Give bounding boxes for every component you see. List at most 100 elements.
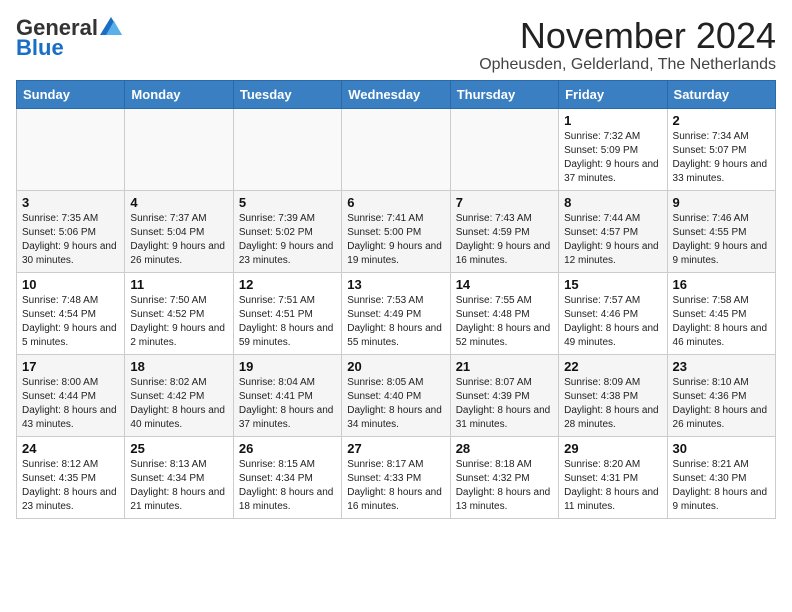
- day-number: 1: [564, 113, 661, 128]
- logo-blue-text: Blue: [16, 36, 64, 60]
- day-number: 10: [22, 277, 119, 292]
- day-info: Sunrise: 8:05 AMSunset: 4:40 PMDaylight:…: [347, 376, 444, 432]
- day-number: 17: [22, 359, 119, 374]
- day-info: Sunrise: 8:12 AMSunset: 4:35 PMDaylight:…: [22, 458, 119, 514]
- calendar-cell: 15 Sunrise: 7:57 AMSunset: 4:46 PMDayligh…: [559, 272, 667, 354]
- calendar-cell: [233, 108, 341, 190]
- day-info: Sunrise: 7:43 AMSunset: 4:59 PMDaylight:…: [456, 212, 553, 268]
- day-info: Sunrise: 7:51 AMSunset: 4:51 PMDaylight:…: [239, 294, 336, 350]
- calendar-cell: 18 Sunrise: 8:02 AMSunset: 4:42 PMDayligh…: [125, 354, 233, 436]
- calendar-cell: 25 Sunrise: 8:13 AMSunset: 4:34 PMDayligh…: [125, 436, 233, 518]
- day-info: Sunrise: 7:48 AMSunset: 4:54 PMDaylight:…: [22, 294, 119, 350]
- calendar-cell: 14Sunrise: 7:55 AMSunset: 4:48 PMDayligh…: [450, 272, 558, 354]
- day-number: 18: [130, 359, 227, 374]
- logo: General Blue: [16, 16, 122, 60]
- day-number: 20: [347, 359, 444, 374]
- day-number: 23: [673, 359, 770, 374]
- month-title: November 2024: [479, 16, 776, 56]
- day-info: Sunrise: 7:46 AMSunset: 4:55 PMDaylight:…: [673, 212, 770, 268]
- calendar-cell: 17Sunrise: 8:00 AMSunset: 4:44 PMDayligh…: [17, 354, 125, 436]
- logo-icon: [100, 17, 122, 35]
- calendar-cell: 3 Sunrise: 7:35 AMSunset: 5:06 PMDaylight…: [17, 190, 125, 272]
- day-number: 15: [564, 277, 661, 292]
- day-number: 19: [239, 359, 336, 374]
- calendar-cell: 20 Sunrise: 8:05 AMSunset: 4:40 PMDayligh…: [342, 354, 450, 436]
- day-number: 3: [22, 195, 119, 210]
- day-info: Sunrise: 8:13 AMSunset: 4:34 PMDaylight:…: [130, 458, 227, 514]
- weekday-header-sunday: Sunday: [17, 80, 125, 108]
- calendar-cell: 5Sunrise: 7:39 AMSunset: 5:02 PMDaylight…: [233, 190, 341, 272]
- day-info: Sunrise: 7:41 AMSunset: 5:00 PMDaylight:…: [347, 212, 444, 268]
- calendar-week-5: 24 Sunrise: 8:12 AMSunset: 4:35 PMDayligh…: [17, 436, 776, 518]
- day-info: Sunrise: 7:57 AMSunset: 4:46 PMDaylight:…: [564, 294, 661, 350]
- calendar-cell: 11Sunrise: 7:50 AMSunset: 4:52 PMDayligh…: [125, 272, 233, 354]
- day-number: 13: [347, 277, 444, 292]
- day-info: Sunrise: 8:10 AMSunset: 4:36 PMDaylight:…: [673, 376, 770, 432]
- day-info: Sunrise: 7:58 AMSunset: 4:45 PMDaylight:…: [673, 294, 770, 350]
- calendar-cell: 26Sunrise: 8:15 AMSunset: 4:34 PMDayligh…: [233, 436, 341, 518]
- calendar-cell: 2 Sunrise: 7:34 AMSunset: 5:07 PMDaylight…: [667, 108, 775, 190]
- day-number: 2: [673, 113, 770, 128]
- calendar-cell: 12Sunrise: 7:51 AMSunset: 4:51 PMDayligh…: [233, 272, 341, 354]
- weekday-header-friday: Friday: [559, 80, 667, 108]
- day-info: Sunrise: 7:53 AMSunset: 4:49 PMDaylight:…: [347, 294, 444, 350]
- day-info: Sunrise: 8:02 AMSunset: 4:42 PMDaylight:…: [130, 376, 227, 432]
- day-info: Sunrise: 8:07 AMSunset: 4:39 PMDaylight:…: [456, 376, 553, 432]
- day-number: 7: [456, 195, 553, 210]
- calendar-cell: [342, 108, 450, 190]
- calendar-cell: 19 Sunrise: 8:04 AMSunset: 4:41 PMDayligh…: [233, 354, 341, 436]
- day-info: Sunrise: 8:04 AMSunset: 4:41 PMDaylight:…: [239, 376, 336, 432]
- day-info: Sunrise: 7:50 AMSunset: 4:52 PMDaylight:…: [130, 294, 227, 350]
- day-info: Sunrise: 7:44 AMSunset: 4:57 PMDaylight:…: [564, 212, 661, 268]
- day-number: 27: [347, 441, 444, 456]
- day-number: 28: [456, 441, 553, 456]
- day-number: 14: [456, 277, 553, 292]
- day-info: Sunrise: 8:17 AMSunset: 4:33 PMDaylight:…: [347, 458, 444, 514]
- calendar-cell: [17, 108, 125, 190]
- calendar-cell: 6 Sunrise: 7:41 AMSunset: 5:00 PMDaylight…: [342, 190, 450, 272]
- calendar-cell: 1 Sunrise: 7:32 AMSunset: 5:09 PMDaylight…: [559, 108, 667, 190]
- day-info: Sunrise: 8:20 AMSunset: 4:31 PMDaylight:…: [564, 458, 661, 514]
- weekday-header-saturday: Saturday: [667, 80, 775, 108]
- day-number: 4: [130, 195, 227, 210]
- calendar-cell: 4 Sunrise: 7:37 AMSunset: 5:04 PMDaylight…: [125, 190, 233, 272]
- day-info: Sunrise: 7:35 AMSunset: 5:06 PMDaylight:…: [22, 212, 119, 268]
- day-info: Sunrise: 7:39 AMSunset: 5:02 PMDaylight:…: [239, 212, 336, 268]
- calendar-cell: 21 Sunrise: 8:07 AMSunset: 4:39 PMDayligh…: [450, 354, 558, 436]
- calendar-header: SundayMondayTuesdayWednesdayThursdayFrid…: [17, 80, 776, 108]
- calendar-cell: 27 Sunrise: 8:17 AMSunset: 4:33 PMDayligh…: [342, 436, 450, 518]
- calendar-week-4: 17Sunrise: 8:00 AMSunset: 4:44 PMDayligh…: [17, 354, 776, 436]
- day-info: Sunrise: 8:18 AMSunset: 4:32 PMDaylight:…: [456, 458, 553, 514]
- weekday-header-monday: Monday: [125, 80, 233, 108]
- calendar-cell: 23 Sunrise: 8:10 AMSunset: 4:36 PMDayligh…: [667, 354, 775, 436]
- calendar-cell: 8 Sunrise: 7:44 AMSunset: 4:57 PMDaylight…: [559, 190, 667, 272]
- day-info: Sunrise: 7:32 AMSunset: 5:09 PMDaylight:…: [564, 130, 661, 186]
- calendar-cell: 30Sunrise: 8:21 AMSunset: 4:30 PMDayligh…: [667, 436, 775, 518]
- day-number: 21: [456, 359, 553, 374]
- calendar-cell: 13 Sunrise: 7:53 AMSunset: 4:49 PMDayligh…: [342, 272, 450, 354]
- day-number: 6: [347, 195, 444, 210]
- calendar-cell: 7 Sunrise: 7:43 AMSunset: 4:59 PMDaylight…: [450, 190, 558, 272]
- location-title: Opheusden, Gelderland, The Netherlands: [479, 56, 776, 74]
- calendar-cell: [125, 108, 233, 190]
- calendar-cell: [450, 108, 558, 190]
- day-number: 16: [673, 277, 770, 292]
- header: General Blue November 2024 Opheusden, Ge…: [16, 16, 776, 74]
- weekday-header-wednesday: Wednesday: [342, 80, 450, 108]
- day-number: 22: [564, 359, 661, 374]
- calendar-cell: 24 Sunrise: 8:12 AMSunset: 4:35 PMDayligh…: [17, 436, 125, 518]
- day-number: 25: [130, 441, 227, 456]
- calendar-week-3: 10 Sunrise: 7:48 AMSunset: 4:54 PMDayligh…: [17, 272, 776, 354]
- calendar-cell: 9 Sunrise: 7:46 AMSunset: 4:55 PMDaylight…: [667, 190, 775, 272]
- calendar-table: SundayMondayTuesdayWednesdayThursdayFrid…: [16, 80, 776, 519]
- day-number: 24: [22, 441, 119, 456]
- weekday-header-thursday: Thursday: [450, 80, 558, 108]
- calendar-cell: 29 Sunrise: 8:20 AMSunset: 4:31 PMDayligh…: [559, 436, 667, 518]
- day-number: 9: [673, 195, 770, 210]
- day-info: Sunrise: 7:34 AMSunset: 5:07 PMDaylight:…: [673, 130, 770, 186]
- day-number: 30: [673, 441, 770, 456]
- day-info: Sunrise: 7:37 AMSunset: 5:04 PMDaylight:…: [130, 212, 227, 268]
- day-number: 8: [564, 195, 661, 210]
- day-number: 29: [564, 441, 661, 456]
- calendar-cell: 28 Sunrise: 8:18 AMSunset: 4:32 PMDayligh…: [450, 436, 558, 518]
